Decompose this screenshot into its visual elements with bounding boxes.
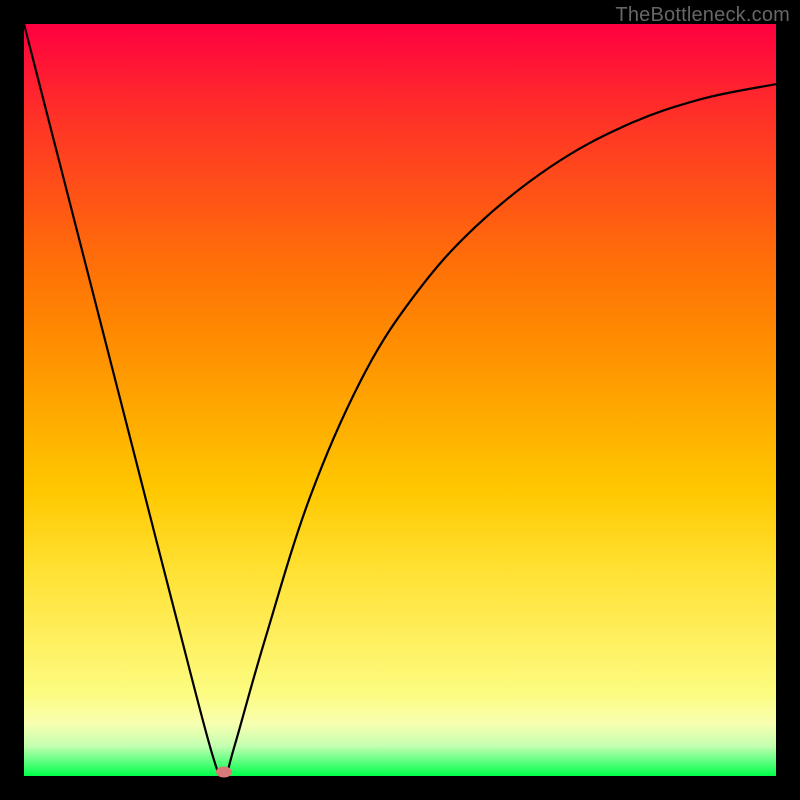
chart-frame: TheBottleneck.com xyxy=(0,0,800,800)
bottleneck-curve-path xyxy=(24,24,776,776)
curve-svg xyxy=(24,24,776,776)
watermark-text: TheBottleneck.com xyxy=(615,4,790,27)
minimum-marker xyxy=(216,767,232,778)
plot-area xyxy=(24,24,776,776)
